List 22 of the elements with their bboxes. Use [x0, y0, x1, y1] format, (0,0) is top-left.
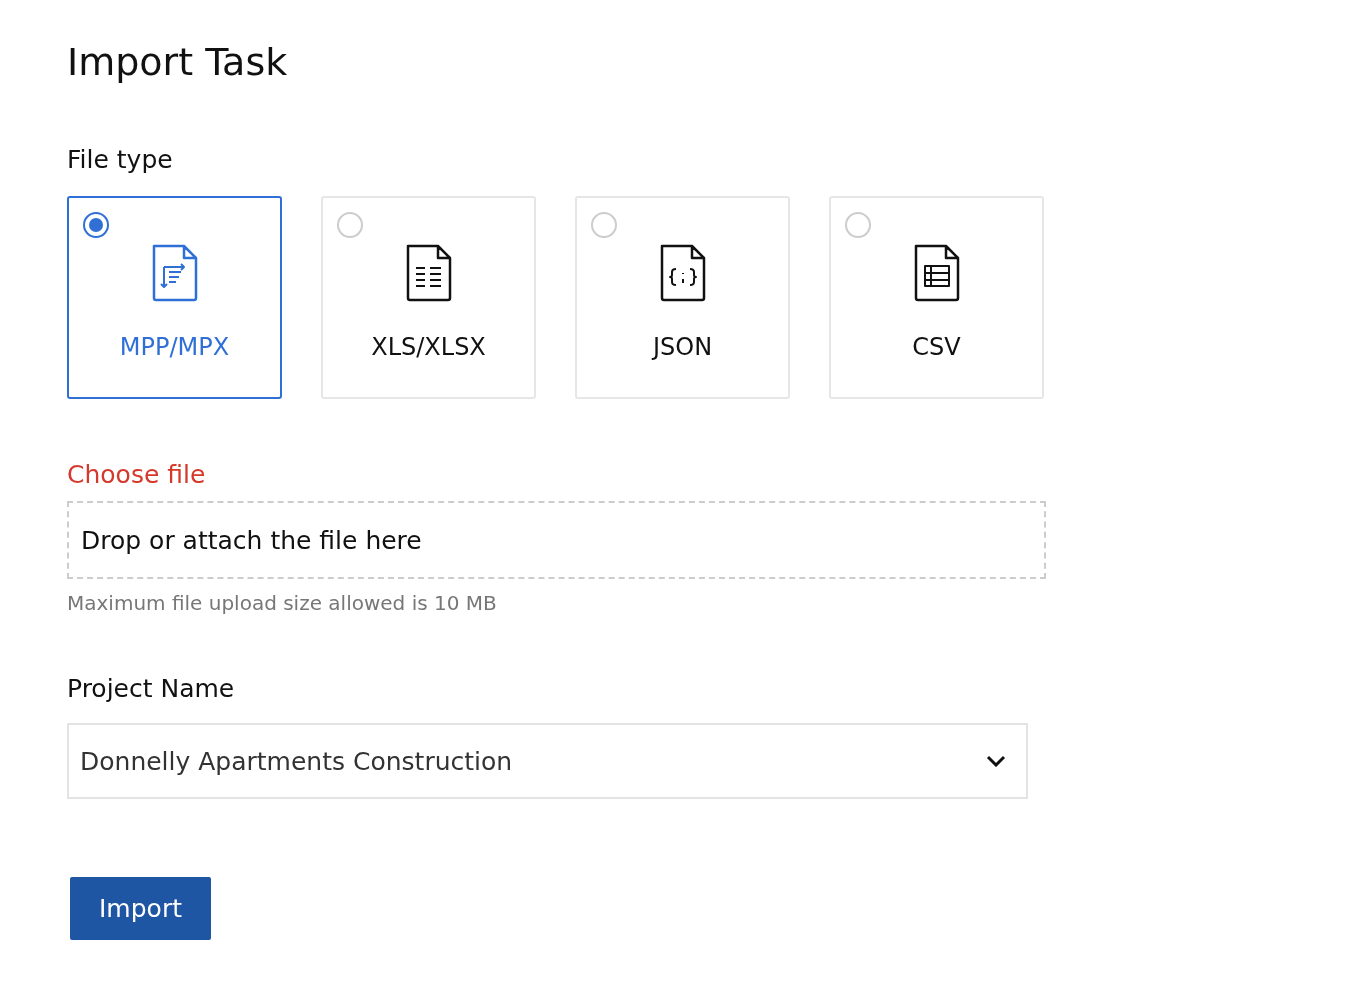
document-icon [150, 243, 199, 303]
file-type-label: CSV [912, 333, 961, 361]
file-type-label: XLS/XLSX [371, 333, 486, 361]
file-type-label: File type [67, 144, 174, 176]
file-type-card[interactable]: JSON [575, 196, 790, 399]
file-type-label: MPP/MPX [119, 333, 230, 361]
file-type-card[interactable]: XLS/XLSX [321, 196, 536, 399]
file-type-label: JSON [652, 333, 713, 361]
document-icon [912, 243, 961, 303]
upload-size-hint: Maximum file upload size allowed is 10 MB [67, 591, 498, 615]
chevron-down-icon [986, 755, 1006, 767]
document-icon [404, 243, 453, 303]
import-button[interactable]: Import [70, 877, 211, 940]
project-select[interactable]: Donnelly Apartments Construction [67, 723, 1028, 799]
choose-file-label: Choose file [67, 459, 207, 491]
radio-button[interactable] [83, 212, 109, 238]
page-title: Import Task [67, 39, 289, 86]
file-drop-zone[interactable]: Drop or attach the file here [67, 501, 1046, 579]
document-icon [658, 243, 707, 303]
file-type-card[interactable]: CSV [829, 196, 1044, 399]
file-type-card[interactable]: MPP/MPX [67, 196, 282, 399]
project-name-label: Project Name [67, 673, 236, 705]
